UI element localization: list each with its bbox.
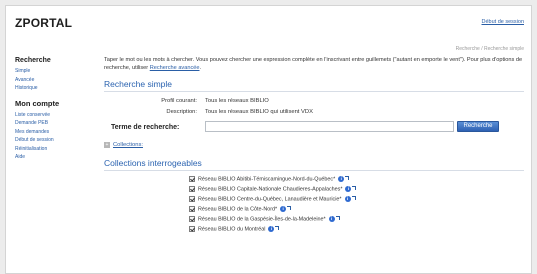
info-icon[interactable]: i	[328, 216, 335, 222]
external-link-icon[interactable]	[345, 176, 350, 180]
search-term-label: Terme de recherche:	[111, 124, 180, 131]
collection-checkbox[interactable]	[189, 176, 195, 182]
sidebar-item-history[interactable]: Historique	[15, 84, 93, 93]
external-link-icon[interactable]	[335, 216, 340, 220]
search-term-row: Terme de recherche: Recherche	[104, 119, 524, 135]
logout-link[interactable]: Début de session	[482, 19, 525, 25]
collection-label: Réseau BIBLIO de la Côte-Nord*	[198, 206, 278, 213]
main-content: Taper le mot ou les mots à chercher. Vou…	[104, 56, 524, 235]
profile-value: Tous les réseaux BIBLIO	[205, 98, 269, 104]
header: ZPORTAL Début de session	[6, 6, 531, 44]
sidebar-heading-account: Mon compte	[15, 98, 60, 108]
info-icon[interactable]: i	[344, 196, 351, 202]
sidebar-item-advanced[interactable]: Avancée	[15, 76, 93, 85]
collection-item: Réseau BIBLIO Capitale-Nationale Chaudie…	[189, 185, 524, 195]
collection-label: Réseau BIBLIO Centre-du-Québec, Lanaudiè…	[198, 196, 342, 203]
external-link-icon[interactable]	[351, 196, 356, 200]
sidebar: Recherche Simple Avancée Historique Mon …	[15, 57, 93, 162]
intro-text: Taper le mot ou les mots à chercher. Vou…	[104, 56, 524, 72]
sidebar-heading-search: Recherche	[15, 57, 51, 64]
collection-label: Réseau BIBLIO Abitibi-Témiscamingue-Nord…	[198, 176, 336, 183]
description-label: Description:	[166, 109, 197, 115]
collection-checkbox[interactable]	[189, 186, 195, 192]
simple-search-heading: Recherche simple	[104, 79, 524, 92]
collection-label: Réseau BIBLIO du Montréal	[198, 226, 266, 233]
intro-end: .	[199, 65, 202, 71]
external-link-icon[interactable]	[352, 186, 357, 190]
sidebar-item-my-requests[interactable]: Mes demandes	[15, 128, 93, 137]
collection-checkbox[interactable]	[189, 216, 195, 222]
browser-frame: ZPORTAL Début de session Recherche / Rec…	[0, 0, 537, 274]
collection-item: Réseau BIBLIO de la Côte-Nord* i	[189, 205, 524, 215]
collection-label: Réseau BIBLIO Capitale-Nationale Chaudie…	[198, 186, 343, 193]
profile-label: Profil courant:	[161, 98, 197, 104]
sidebar-item-help[interactable]: Aide	[15, 153, 93, 162]
sidebar-item-ill-request[interactable]: Demande PEB	[15, 119, 93, 128]
collection-item: Réseau BIBLIO de la Gaspésie-Îles-de-la-…	[189, 215, 524, 225]
description-value: Tous les réseaux BIBLIO qui utilisent VD…	[205, 109, 313, 115]
sidebar-item-saved-list[interactable]: Liste conservée	[15, 111, 93, 120]
info-icon[interactable]: i	[280, 206, 287, 212]
breadcrumb: Recherche / Recherche simple	[455, 46, 524, 52]
search-button[interactable]: Recherche	[457, 121, 499, 132]
collection-checkbox[interactable]	[189, 206, 195, 212]
expand-icon[interactable]: +	[104, 142, 110, 148]
sidebar-item-login[interactable]: Début de session	[15, 136, 93, 145]
description-row: Description: Tous les réseaux BIBLIO qui…	[104, 107, 524, 118]
collection-checkbox[interactable]	[189, 196, 195, 202]
collection-item: Réseau BIBLIO Centre-du-Québec, Lanaudiè…	[189, 195, 524, 205]
sidebar-item-simple[interactable]: Simple	[15, 67, 93, 76]
collection-checkbox[interactable]	[189, 226, 195, 232]
collections-list: Réseau BIBLIO Abitibi-Témiscamingue-Nord…	[104, 175, 524, 235]
page: ZPORTAL Début de session Recherche / Rec…	[5, 5, 532, 274]
collection-label: Réseau BIBLIO de la Gaspésie-Îles-de-la-…	[198, 216, 326, 223]
info-icon[interactable]: i	[345, 186, 352, 192]
collections-link[interactable]: Collections:	[113, 142, 143, 148]
external-link-icon[interactable]	[287, 206, 292, 210]
sidebar-item-reset[interactable]: Réinitialisation	[15, 145, 93, 154]
collection-item: Réseau BIBLIO Abitibi-Témiscamingue-Nord…	[189, 175, 524, 185]
search-input[interactable]	[205, 121, 454, 132]
advanced-search-link[interactable]: Recherche avancée	[150, 65, 200, 71]
profile-row: Profil courant: Tous les réseaux BIBLIO	[104, 96, 524, 107]
info-icon[interactable]: i	[338, 176, 345, 182]
info-icon[interactable]: i	[268, 226, 275, 232]
collections-heading: Collections interrogeables	[104, 158, 524, 171]
collection-item: Réseau BIBLIO du Montréal i	[189, 225, 524, 235]
external-link-icon[interactable]	[275, 226, 280, 230]
collections-toggle[interactable]: + Collections:	[104, 141, 524, 150]
app-logo: ZPORTAL	[15, 16, 73, 30]
